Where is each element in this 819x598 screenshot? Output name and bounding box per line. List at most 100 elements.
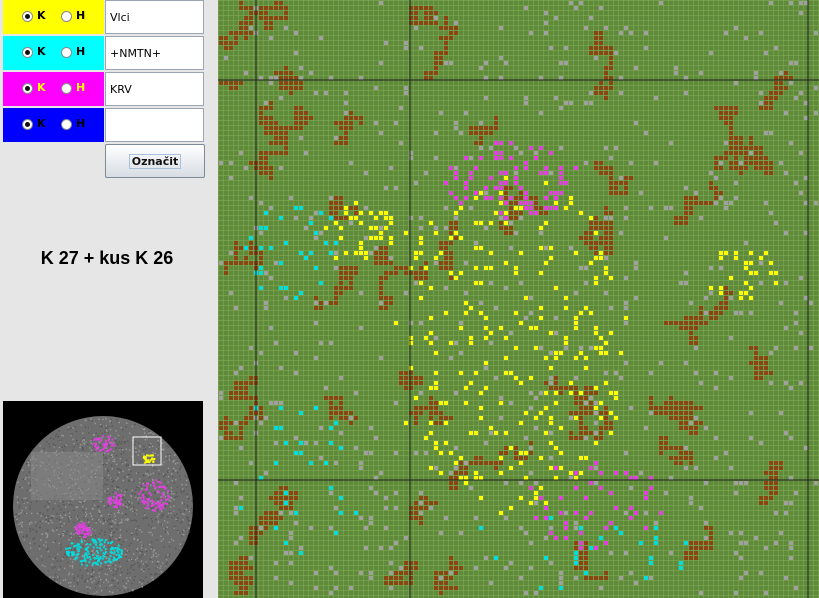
brown-trail-dot: [274, 16, 278, 20]
radio-option-k[interactable]: K: [22, 82, 46, 94]
overview-speck: [117, 568, 119, 570]
main-map[interactable]: [218, 0, 819, 598]
overview-speck: [155, 552, 157, 554]
radio-option-h[interactable]: H: [61, 10, 85, 22]
overview-speck: [188, 531, 190, 533]
overview-map[interactable]: [3, 401, 203, 598]
radio-option-h[interactable]: H: [61, 82, 85, 94]
brown-trail-dot: [449, 586, 453, 590]
brown-trail-dot: [449, 561, 453, 565]
overview-speck: [173, 527, 175, 529]
brown-trail-dot: [444, 266, 448, 270]
overview-speck: [52, 558, 54, 560]
brown-trail-dot: [379, 306, 383, 310]
overview-speck: [111, 485, 113, 487]
overview-speck: [154, 488, 156, 490]
overview-speck: [62, 579, 65, 582]
overview-speck: [157, 560, 159, 563]
overview-speck: [143, 480, 145, 482]
marker-text-field[interactable]: [105, 108, 204, 142]
overview-speck: [59, 582, 62, 584]
radio-option-k[interactable]: K: [22, 10, 46, 22]
overview-speck: [81, 440, 83, 442]
overview-cyan-dot: [97, 552, 99, 555]
brown-trail-dot: [404, 371, 408, 375]
radio-button[interactable]: [61, 46, 72, 58]
overview-magenta-dot: [100, 449, 103, 452]
gray-dot: [684, 281, 688, 285]
overview-speck: [100, 529, 102, 532]
marker-text-field[interactable]: [105, 0, 204, 34]
overview-speck: [29, 547, 32, 549]
gray-dot: [759, 101, 763, 105]
gray-dot: [699, 381, 703, 385]
overview-speck: [51, 563, 53, 566]
radio-button[interactable]: [22, 10, 33, 22]
overview-speck: [167, 453, 169, 456]
radio-button[interactable]: [61, 82, 72, 94]
brown-trail-dot: [764, 486, 768, 490]
gray-dot: [599, 586, 603, 590]
yellow-dot: [429, 431, 433, 435]
brown-trail-dot: [584, 431, 588, 435]
brown-trail-dot: [449, 256, 453, 260]
overview-speck: [102, 418, 104, 420]
overview-speck: [79, 444, 82, 446]
brown-trail-dot: [579, 236, 583, 240]
radio-option-h[interactable]: H: [61, 118, 85, 130]
brown-trail-dot: [534, 201, 538, 205]
radio-button[interactable]: [61, 10, 72, 22]
gray-dot: [664, 236, 668, 240]
radio-button[interactable]: [22, 46, 33, 58]
brown-trail-dot: [224, 46, 228, 50]
brown-trail-dot: [454, 566, 458, 570]
gray-dot: [779, 301, 783, 305]
gray-dot: [419, 491, 423, 495]
gray-dot: [329, 491, 333, 495]
gray-dot: [394, 186, 398, 190]
overview-speck: [154, 572, 157, 575]
overview-speck: [142, 453, 144, 455]
overview-yellow-dot: [144, 455, 147, 458]
overview-speck: [127, 464, 130, 466]
overview-speck: [45, 541, 47, 543]
brown-trail-dot: [759, 361, 763, 365]
gray-dot: [439, 111, 443, 115]
overview-speck: [144, 482, 147, 485]
overview-speck: [54, 573, 57, 576]
overview-speck: [94, 594, 96, 596]
radio-button[interactable]: [22, 118, 33, 130]
brown-trail-dot: [709, 311, 713, 315]
brown-trail-dot: [609, 76, 613, 80]
brown-trail-dot: [509, 186, 513, 190]
brown-trail-dot: [689, 546, 693, 550]
overview-yellow-dot: [151, 457, 153, 460]
overview-speck: [44, 515, 46, 517]
overview-speck: [104, 521, 107, 523]
mark-button[interactable]: Označit: [105, 144, 205, 178]
overview-speck: [73, 579, 75, 581]
marker-text-field[interactable]: [105, 36, 204, 70]
radio-option-k[interactable]: K: [22, 46, 46, 58]
brown-trail-dot: [349, 121, 353, 125]
overview-speck: [139, 552, 141, 554]
overview-magenta-dot: [113, 444, 116, 447]
brown-trail-dot: [704, 201, 708, 205]
brown-trail-dot: [289, 76, 293, 80]
gray-dot: [219, 396, 223, 400]
brown-trail-dot: [239, 591, 243, 595]
overview-speck: [29, 505, 31, 507]
marker-text-field[interactable]: [105, 72, 204, 106]
radio-option-k[interactable]: K: [22, 118, 46, 130]
radio-option-h[interactable]: H: [61, 46, 85, 58]
radio-button[interactable]: [61, 118, 72, 130]
gray-dot: [649, 206, 653, 210]
overview-speck: [92, 528, 94, 530]
overview-speck: [52, 530, 55, 532]
radio-button[interactable]: [22, 82, 33, 94]
brown-trail-dot: [699, 321, 703, 325]
brown-trail-dot: [609, 46, 613, 50]
gray-dot: [534, 501, 538, 505]
gray-dot: [334, 461, 338, 465]
overview-cyan-dot: [84, 557, 87, 560]
